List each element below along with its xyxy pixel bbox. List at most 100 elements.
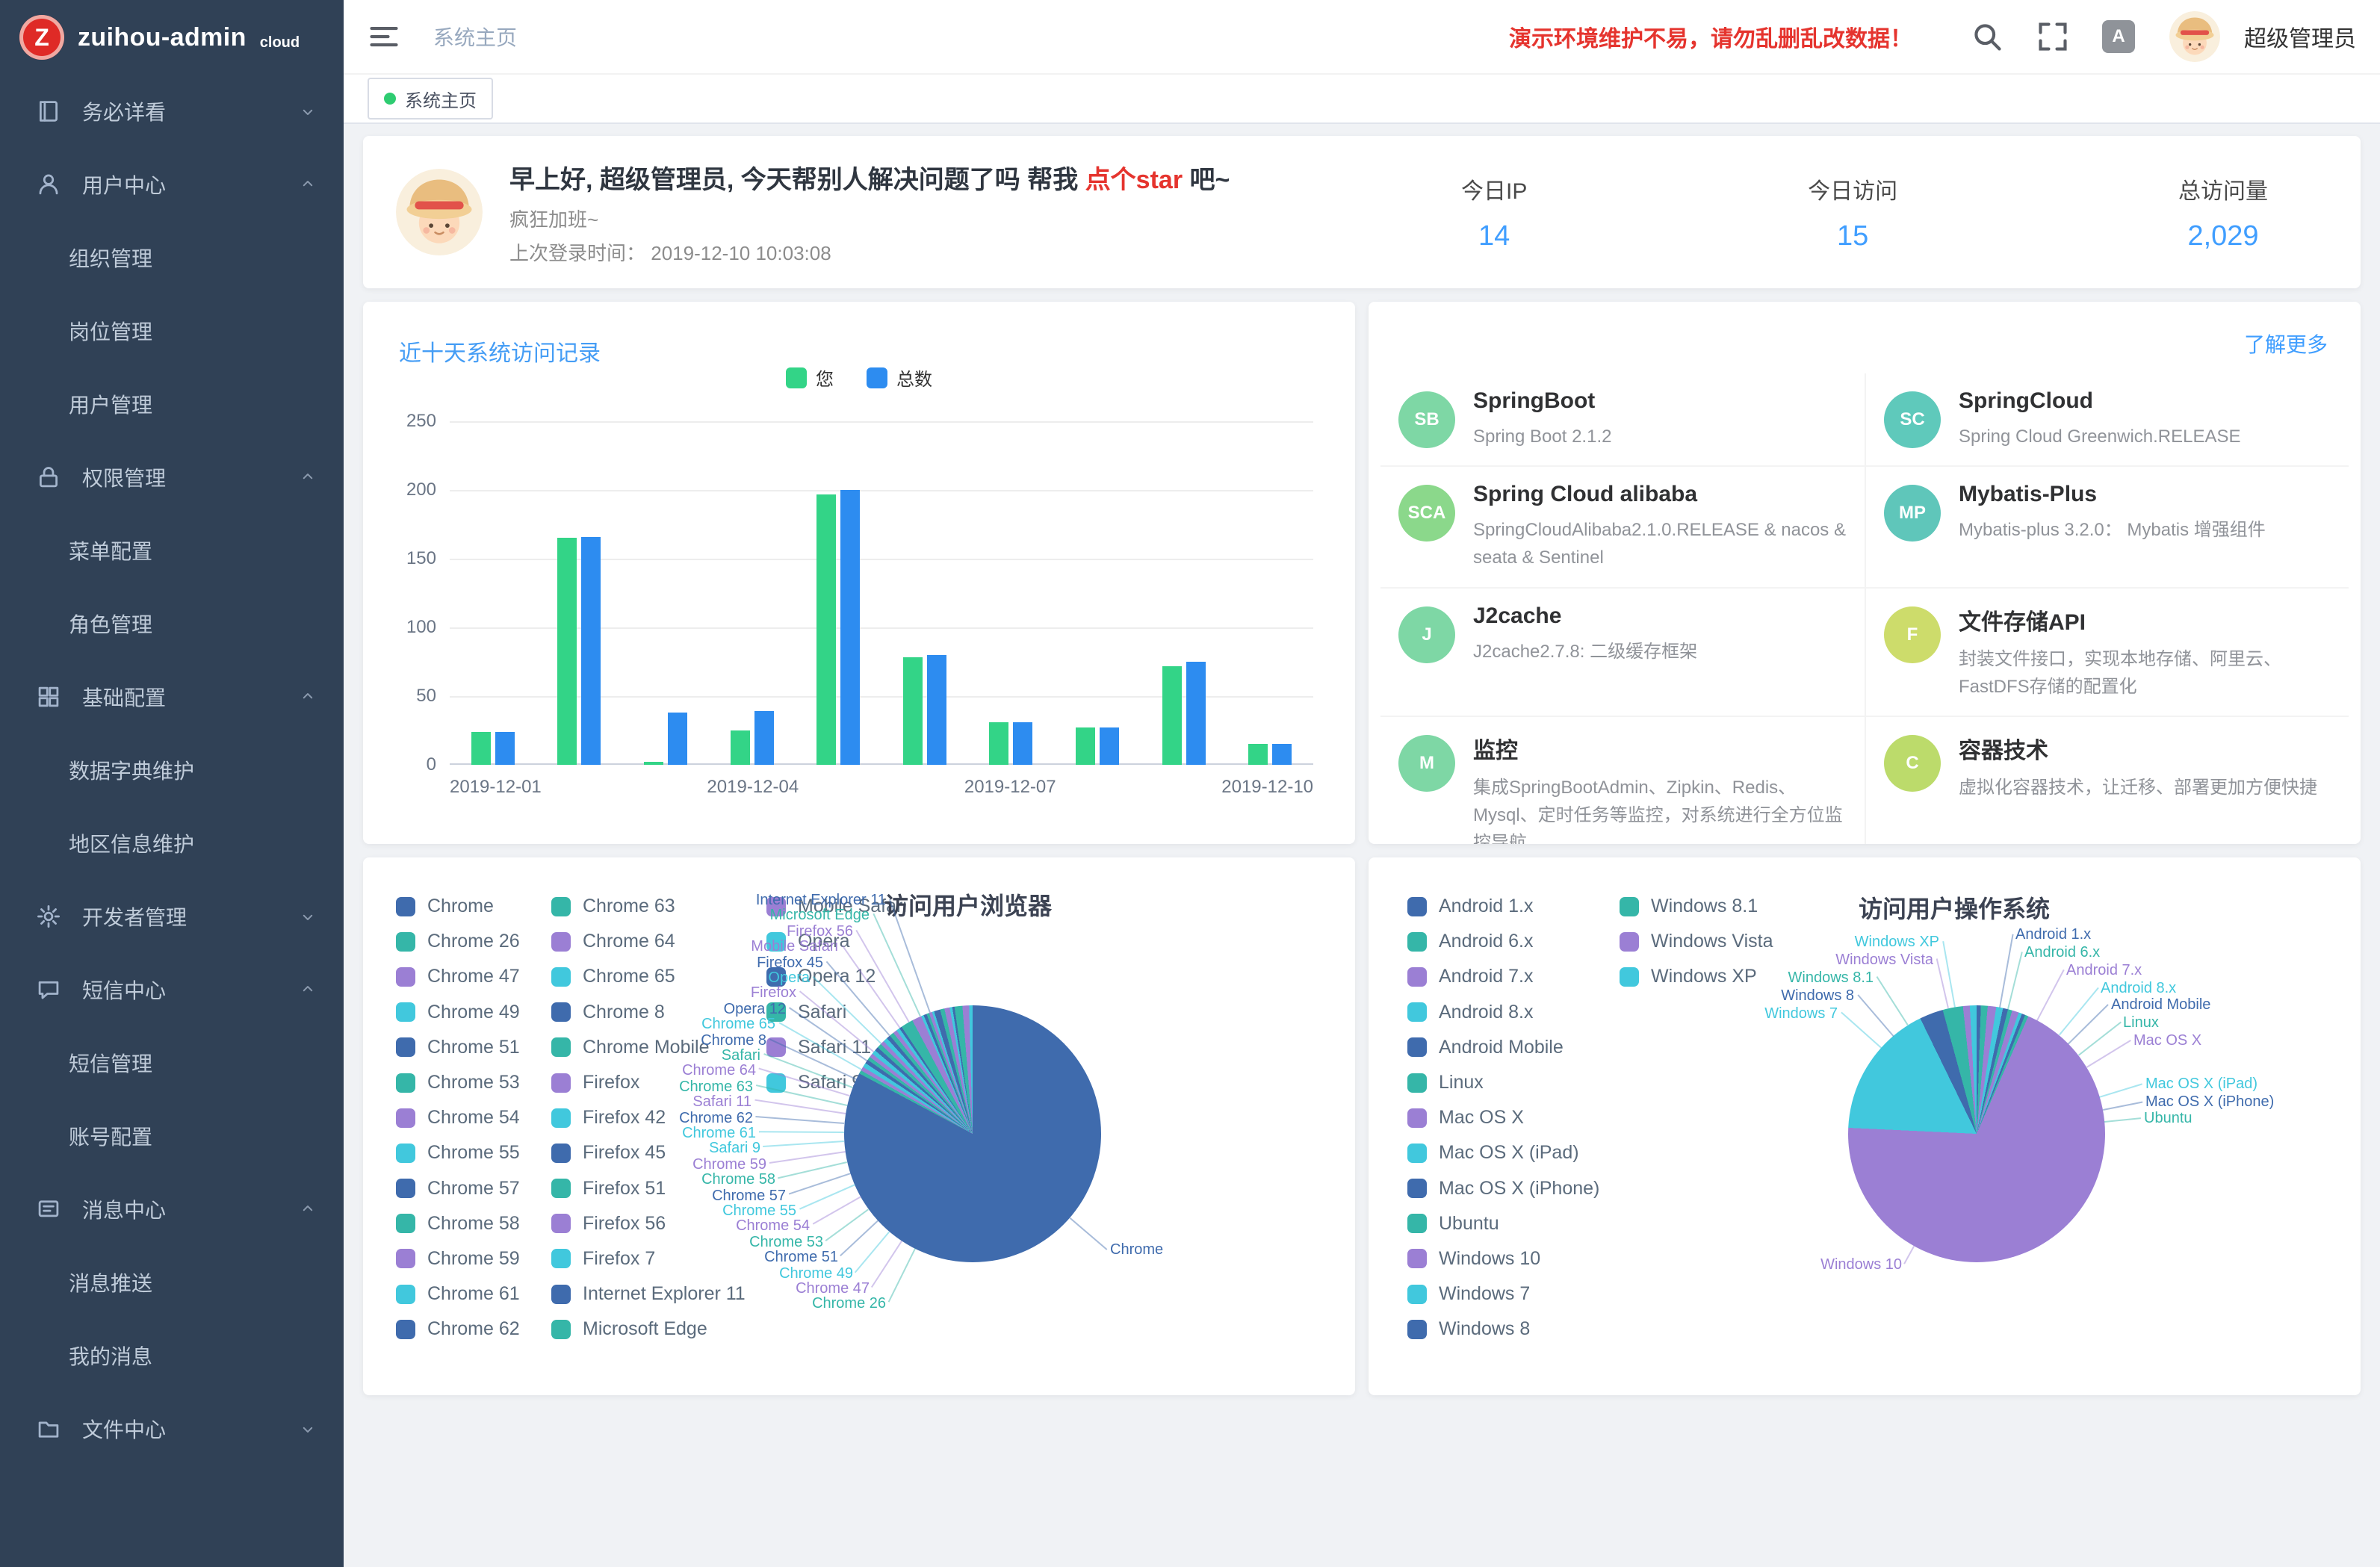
sidebar-subitem-我的消息[interactable]: 我的消息 — [0, 1319, 344, 1392]
bar-group[interactable] — [450, 421, 536, 765]
legend-label: Chrome Mobile — [583, 1037, 710, 1058]
sidebar-item-开发者管理[interactable]: 开发者管理 — [0, 880, 344, 953]
legend-label: Chrome 47 — [427, 966, 520, 987]
legend-label: Windows 10 — [1439, 1248, 1540, 1270]
search-button[interactable] — [1971, 20, 2004, 53]
legend-item-Chrome 49[interactable]: Chrome 49 — [396, 995, 520, 1030]
legend-item-Ubuntu[interactable]: Ubuntu — [1407, 1206, 1599, 1241]
legend-label: Windows 8 — [1439, 1318, 1530, 1340]
legend-chip — [551, 967, 571, 987]
legend-item-Android 6.x[interactable]: Android 6.x — [1407, 924, 1599, 959]
legend-item-Chrome 51[interactable]: Chrome 51 — [396, 1030, 520, 1065]
feature-item[interactable]: SBSpringBootSpring Boot 2.1.2 — [1380, 373, 1865, 465]
sidebar-subitem-数据字典维护[interactable]: 数据字典维护 — [0, 733, 344, 807]
bar-group[interactable] — [1141, 421, 1227, 765]
bar-group[interactable] — [795, 421, 881, 765]
sidebar-item-消息中心[interactable]: 消息中心 — [0, 1173, 344, 1246]
stat-今日IP: 今日IP14 — [1461, 173, 1527, 252]
legend-chip — [1620, 932, 1639, 952]
legend-item-您[interactable]: 您 — [786, 364, 834, 391]
sidebar-item-用户中心[interactable]: 用户中心 — [0, 148, 344, 221]
feature-item[interactable]: F文件存储API封装文件接口，实现本地存储、阿里云、FastDFS存储的配置化 — [1865, 587, 2349, 716]
legend-item-Mac OS X (iPhone)[interactable]: Mac OS X (iPhone) — [1407, 1171, 1599, 1206]
pie-label-Windows 8.1: Windows 8.1 — [1788, 969, 1874, 987]
chevron-down-icon — [299, 1420, 317, 1438]
legend-item-总数[interactable]: 总数 — [867, 364, 932, 391]
pie-label-line — [769, 1151, 846, 1164]
legend-item-Chrome 54[interactable]: Chrome 54 — [396, 1100, 520, 1135]
fullscreen-button[interactable] — [2036, 20, 2069, 53]
bar-group[interactable] — [536, 421, 623, 765]
bar-您 — [557, 538, 577, 765]
legend-item-Android 7.x[interactable]: Android 7.x — [1407, 959, 1599, 994]
sidebar-subitem-消息推送[interactable]: 消息推送 — [0, 1246, 344, 1319]
feature-item[interactable]: MPMybatis-PlusMybatis-plus 3.2.0： Mybati… — [1865, 465, 2349, 586]
legend-item-Windows XP[interactable]: Windows XP — [1620, 959, 1773, 994]
sidebar-subitem-地区信息维护[interactable]: 地区信息维护 — [0, 807, 344, 880]
legend-item-Windows 7[interactable]: Windows 7 — [1407, 1276, 1599, 1312]
legend-item-Android 1.x[interactable]: Android 1.x — [1407, 889, 1599, 924]
legend-item-Chrome 26[interactable]: Chrome 26 — [396, 924, 520, 959]
pie-chart[interactable] — [1848, 1005, 2105, 1262]
avatar[interactable] — [2169, 11, 2220, 62]
legend-item-Chrome 47[interactable]: Chrome 47 — [396, 959, 520, 994]
font-size-button[interactable]: A — [2102, 20, 2135, 53]
sidebar-item-文件中心[interactable]: 文件中心 — [0, 1392, 344, 1465]
legend-item-Microsoft Edge[interactable]: Microsoft Edge — [551, 1312, 746, 1347]
bar-group[interactable] — [881, 421, 968, 765]
legend-item-Mac OS X (iPad)[interactable]: Mac OS X (iPad) — [1407, 1135, 1599, 1170]
legend-item-Chrome 55[interactable]: Chrome 55 — [396, 1135, 520, 1170]
legend-item-Linux[interactable]: Linux — [1407, 1065, 1599, 1100]
sidebar-item-权限管理[interactable]: 权限管理 — [0, 441, 344, 514]
legend-item-Windows 8[interactable]: Windows 8 — [1407, 1312, 1599, 1347]
legend-label: Chrome 8 — [583, 1002, 665, 1023]
tab-系统主页[interactable]: 系统主页 — [368, 78, 493, 120]
legend-item-Chrome 53[interactable]: Chrome 53 — [396, 1065, 520, 1100]
legend-item-Android Mobile[interactable]: Android Mobile — [1407, 1030, 1599, 1065]
legend-label: Chrome 65 — [583, 966, 675, 987]
legend-item-Chrome[interactable]: Chrome — [396, 889, 520, 924]
pie-chart[interactable] — [844, 1005, 1101, 1262]
feature-item[interactable]: M监控集成SpringBootAdmin、Zipkin、Redis、Mysql、… — [1380, 716, 1865, 844]
sidebar-subitem-组织管理[interactable]: 组织管理 — [0, 221, 344, 294]
bar-group[interactable] — [622, 421, 709, 765]
legend-item-Firefox 56[interactable]: Firefox 56 — [551, 1206, 746, 1241]
legend-item-Windows Vista[interactable]: Windows Vista — [1620, 924, 1773, 959]
legend-item-Chrome 61[interactable]: Chrome 61 — [396, 1276, 520, 1312]
sidebar-item-基础配置[interactable]: 基础配置 — [0, 660, 344, 733]
legend-item-Chrome 65[interactable]: Chrome 65 — [551, 959, 746, 994]
star-link[interactable]: 点个star — [1085, 166, 1183, 194]
bar-group[interactable] — [709, 421, 796, 765]
sidebar-item-label: 务必详看 — [82, 96, 166, 126]
feature-item[interactable]: C容器技术虚拟化容器技术，让迁移、部署更加方便快捷 — [1865, 716, 2349, 844]
bar-group[interactable] — [1054, 421, 1141, 765]
legend-item-Windows 10[interactable]: Windows 10 — [1407, 1241, 1599, 1276]
legend-item-Chrome 62[interactable]: Chrome 62 — [396, 1312, 520, 1347]
sidebar-subitem-岗位管理[interactable]: 岗位管理 — [0, 294, 344, 367]
feature-item[interactable]: SCASpring Cloud alibabaSpringCloudAlibab… — [1380, 465, 1865, 586]
sidebar-subitem-账号配置[interactable]: 账号配置 — [0, 1099, 344, 1173]
legend-item-Chrome 57[interactable]: Chrome 57 — [396, 1171, 520, 1206]
legend-item-Internet Explorer 11[interactable]: Internet Explorer 11 — [551, 1276, 746, 1312]
feature-item[interactable]: SCSpringCloudSpring Cloud Greenwich.RELE… — [1865, 373, 2349, 465]
sidebar-item-务必详看[interactable]: 务必详看 — [0, 75, 344, 148]
sidebar-item-短信中心[interactable]: 短信中心 — [0, 953, 344, 1026]
sidebar-subitem-角色管理[interactable]: 角色管理 — [0, 587, 344, 660]
bar-group[interactable] — [968, 421, 1055, 765]
legend-item-Chrome 64[interactable]: Chrome 64 — [551, 924, 746, 959]
legend-item-Chrome 59[interactable]: Chrome 59 — [396, 1241, 520, 1276]
sidebar-subitem-菜单配置[interactable]: 菜单配置 — [0, 514, 344, 587]
legend-item-Firefox 7[interactable]: Firefox 7 — [551, 1241, 746, 1276]
sidebar-subitem-短信管理[interactable]: 短信管理 — [0, 1026, 344, 1099]
learn-more-link[interactable]: 了解更多 — [2244, 329, 2328, 359]
feature-item[interactable]: JJ2cacheJ2cache2.7.8: 二级缓存框架 — [1380, 587, 1865, 716]
legend-item-Android 8.x[interactable]: Android 8.x — [1407, 995, 1599, 1030]
legend-item-Windows 8.1[interactable]: Windows 8.1 — [1620, 889, 1773, 924]
legend-item-Chrome 58[interactable]: Chrome 58 — [396, 1206, 520, 1241]
legend-item-Mac OS X[interactable]: Mac OS X — [1407, 1100, 1599, 1135]
sidebar-subitem-用户管理[interactable]: 用户管理 — [0, 367, 344, 441]
collapse-menu-button[interactable] — [368, 20, 400, 53]
bar-group[interactable] — [1227, 421, 1313, 765]
legend-chip — [867, 367, 887, 388]
legend-item-Chrome 63[interactable]: Chrome 63 — [551, 889, 746, 924]
